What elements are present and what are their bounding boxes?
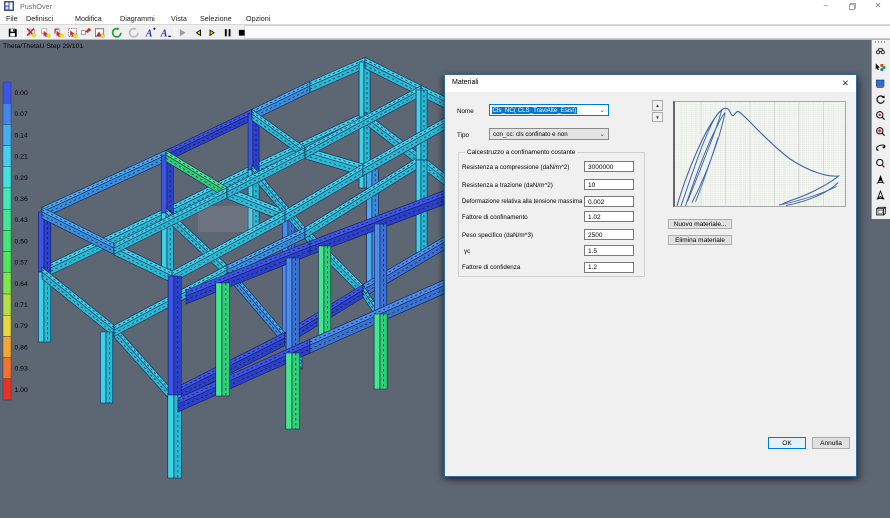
svg-text:0.50: 0.50: [15, 238, 28, 245]
svg-text:0.00: 0.00: [15, 90, 28, 97]
svg-text:0.86: 0.86: [15, 344, 28, 351]
svg-text:0.71: 0.71: [15, 302, 28, 309]
svg-text:0.64: 0.64: [15, 281, 28, 288]
svg-text:0.36: 0.36: [15, 196, 28, 203]
svg-text:0.43: 0.43: [15, 217, 28, 224]
svg-text:0.07: 0.07: [15, 111, 28, 118]
svg-text:0.29: 0.29: [15, 175, 28, 182]
svg-text:0.79: 0.79: [15, 323, 28, 330]
svg-text:0.57: 0.57: [15, 260, 28, 267]
svg-text:0.21: 0.21: [15, 154, 28, 161]
svg-text:0.93: 0.93: [15, 366, 28, 373]
svg-text:0.14: 0.14: [15, 132, 28, 139]
svg-text:1.00: 1.00: [15, 387, 28, 394]
